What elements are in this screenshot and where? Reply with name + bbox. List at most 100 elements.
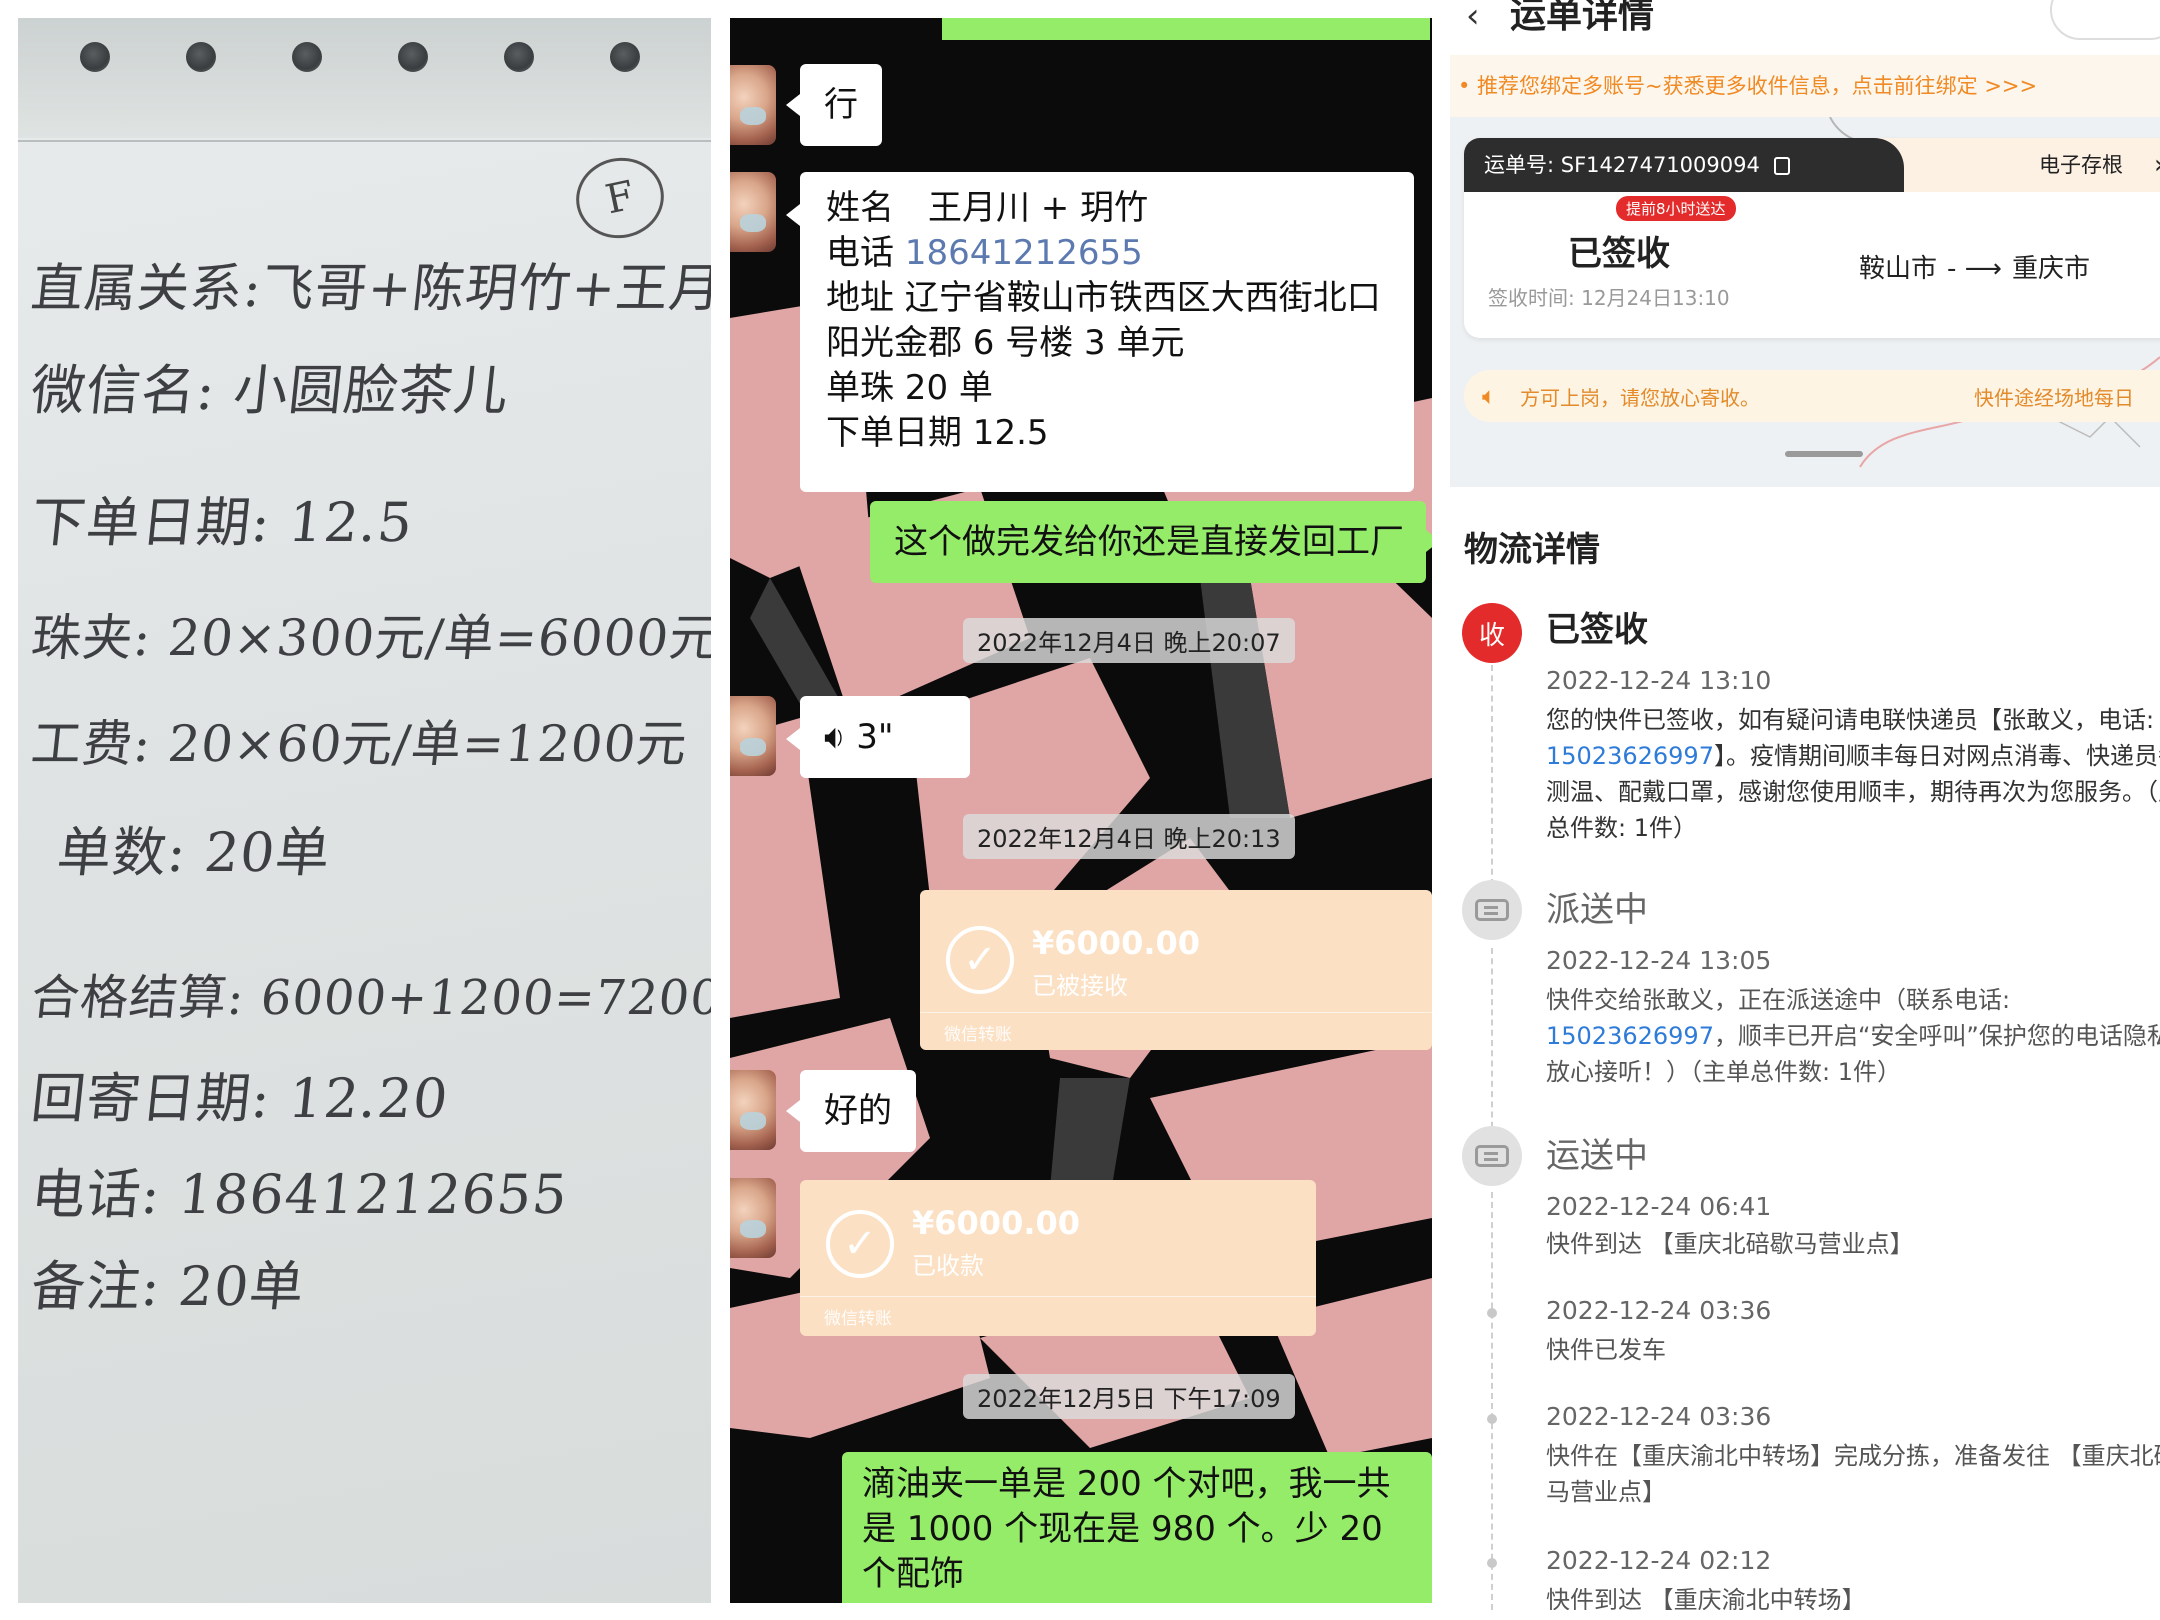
note-line-return-date: 回寄日期: 12.20 [28,1067,452,1130]
waybill-number-text: 运单号: SF1427471009094 [1484,153,1760,177]
check-circle-icon: ✓ [946,926,1014,994]
note-line-relationship: 直属关系:飞哥+陈玥竹+王月川 [28,259,711,319]
copy-icon[interactable] [1773,157,1790,175]
transfer-card-received[interactable]: ✓ ¥6000.00 已被接收 微信转账 [920,890,1432,1050]
binder-hole [186,42,216,72]
event-time: 2022-12-24 03:36 [1546,1296,1772,1325]
top-bar: ‹ 运单详情 [1450,0,2160,50]
timeline-dot [1487,1414,1497,1424]
waybill-number[interactable]: 运单号: SF1427471009094 [1464,138,1904,192]
voice-wave-icon: 🔉︎ [824,717,846,757]
voice-duration: 3" [856,717,894,757]
event-description: 快件到达 【重庆北碚歇马营业点】 [1546,1230,1914,1258]
route-arrow-icon: - ⟶ [1947,254,2002,284]
note-line-labor-fee: 工费: 20×60元/单=1200元 [28,715,691,773]
sign-time: 签收时间: 12月24日13:10 [1488,286,1730,310]
transfer-card-collected[interactable]: ✓ ¥6000.00 已收款 微信转账 [800,1180,1316,1336]
timestamp: 2022年12月5日 下午17:09 [963,1374,1295,1419]
event-title: 派送中 [1546,890,1648,930]
transfer-status: 已收款 [912,1252,984,1280]
timestamp: 2022年12月4日 晚上20:07 [963,618,1295,663]
message-bubble-shipping-info[interactable]: 姓名 王月川 + 玥竹 电话 18641212655 地址 辽宁省鞍山市铁西区大… [800,172,1414,492]
transfer-amount: ¥6000.00 [912,1204,1081,1242]
note-line-remark: 备注: 20单 [28,1255,308,1318]
avatar[interactable] [730,696,776,776]
section-title: 物流详情 [1464,530,1600,570]
waybill-detail-screen: ‹ 运单详情 • 推荐您绑定多账号~获悉更多收件信息，点击前往绑定 >>> 运单… [1450,0,2160,1610]
note-line-phone: 电话: 18641212655 [28,1163,572,1226]
timeline-connector [1491,948,1493,1138]
chat-screenshot: 行 姓名 王月川 + 玥竹 电话 18641212655 地址 辽宁省鞍山市铁西… [730,18,1432,1603]
binder-hole [504,42,534,72]
avatar[interactable] [730,172,776,252]
transport-truck-icon [1462,1126,1522,1186]
timeline-connector [1491,1192,1493,1610]
note-line-order-count: 单数: 20单 [54,821,334,884]
drag-handle[interactable] [1785,451,1863,457]
route: 鞍山市 - ⟶ 重庆市 [1859,248,2090,285]
event-time: 2022-12-24 03:36 [1546,1402,1772,1431]
waybill-card[interactable]: 运单号: SF1427471009094 电子存根 › 提前8小时送达 已签收 … [1464,138,2160,338]
event-description: 快件到达 【重庆渝北中转场】 [1546,1586,1866,1610]
divider [920,1012,1432,1013]
divider [800,1296,1316,1297]
binder-hole [610,42,640,72]
ticker-text: 方可上岗，请您放心寄收。 [1520,386,1760,410]
info-order-date: 下单日期 12.5 [826,413,1049,453]
message-bubble-question[interactable]: 这个做完发给你还是直接发回工厂 [870,501,1426,583]
message-bubble-fine[interactable]: 好的 [800,1070,916,1152]
chevron-right-icon[interactable]: › [2154,138,2160,192]
bubble-tail [786,204,800,226]
event-description: 快件已发车 [1546,1336,1666,1364]
back-arrow-icon[interactable]: ‹ [1466,0,1480,36]
delivery-status: 已签收 [1568,234,1670,274]
route-destination: 重庆市 [2011,254,2090,284]
transfer-amount: ¥6000.00 [1032,924,1201,962]
transfer-status: 已被接收 [1032,972,1128,1000]
event-description-text: 快件交给张敢义，正在派送途中（联系电话: [1546,986,2011,1014]
note-line-wechat: 微信名: 小圆脸茶儿 [28,359,513,422]
circled-letter: F [568,149,672,247]
info-phone-link[interactable]: 18641212655 [905,233,1143,273]
binder-hole [398,42,428,72]
notice-ticker[interactable]: 🔈︎ 方可上岗，请您放心寄收。 快件途经场地每日 [1464,370,2160,422]
event-description-text: 您的快件已签收，如有疑问请电联快递员【张敢义，电话: [1546,706,2155,734]
message-bubble-ok[interactable]: 行 [800,64,882,146]
avatar[interactable] [730,1070,776,1150]
info-orders: 单珠 20 单 [826,368,993,408]
event-description: 快件在【重庆渝北中转场】完成分拣，准备发往 【重庆北碚歇马营业点】 [1546,1442,2160,1506]
ticker-text-2: 快件途经场地每日 [1974,386,2134,410]
signed-icon: 收 [1462,603,1522,663]
avatar[interactable] [730,65,776,145]
speaker-icon: 🔈︎ [1482,382,1497,410]
event-description: 快件交给张敢义，正在派送途中（联系电话: 15023626997，顺丰已开启“安… [1546,982,2160,1090]
courier-phone-link[interactable]: 15023626997 [1546,742,1714,770]
avatar[interactable] [730,1178,776,1258]
menu-capsule[interactable] [2050,0,2160,40]
e-receipt-link[interactable]: 电子存根 [2039,138,2123,192]
courier-phone-link[interactable]: 15023626997 [1546,1022,1714,1050]
event-time: 2022-12-24 06:41 [1546,1192,1772,1221]
event-time: 2022-12-24 13:05 [1546,946,1772,975]
transfer-footer: 微信转账 [944,1025,1012,1045]
binder-hole [292,42,322,72]
info-phone-row: 电话 18641212655 [826,231,1388,276]
note-line-settlement: 合格结算: 6000+1200=7200元 [28,970,711,1026]
event-title: 已签收 [1546,610,1648,650]
paper-ruling [18,140,711,142]
voice-message[interactable]: 🔉︎ 3" [800,696,970,778]
event-title: 运送中 [1546,1136,1648,1176]
info-phone-label: 电话 [826,233,894,273]
message-bubble-accessories[interactable]: 滴油夹一单是 200 个对吧，我一共是 1000 个现在是 980 个。少 20… [842,1452,1432,1603]
handwritten-note-photo: F 直属关系:飞哥+陈玥竹+王月川 微信名: 小圆脸茶儿 下单日期: 12.5 … [18,18,711,1603]
info-address-2: 阳光金郡 6 号楼 3 单元 [826,323,1185,363]
bubble-tail [786,1100,800,1122]
note-line-clip-price: 珠夹: 20×300元/单=6000元 [28,609,711,667]
bind-account-banner[interactable]: • 推荐您绑定多账号~获悉更多收件信息，点击前往绑定 >>> [1450,55,2160,117]
route-origin: 鞍山市 [1859,254,1938,284]
bubble-tail [1426,530,1432,552]
page-title: 运单详情 [1510,0,1655,36]
event-time: 2022-12-24 13:10 [1546,666,1772,695]
info-name: 姓名 王月川 + 玥竹 [826,188,1149,228]
transfer-footer: 微信转账 [824,1309,892,1329]
